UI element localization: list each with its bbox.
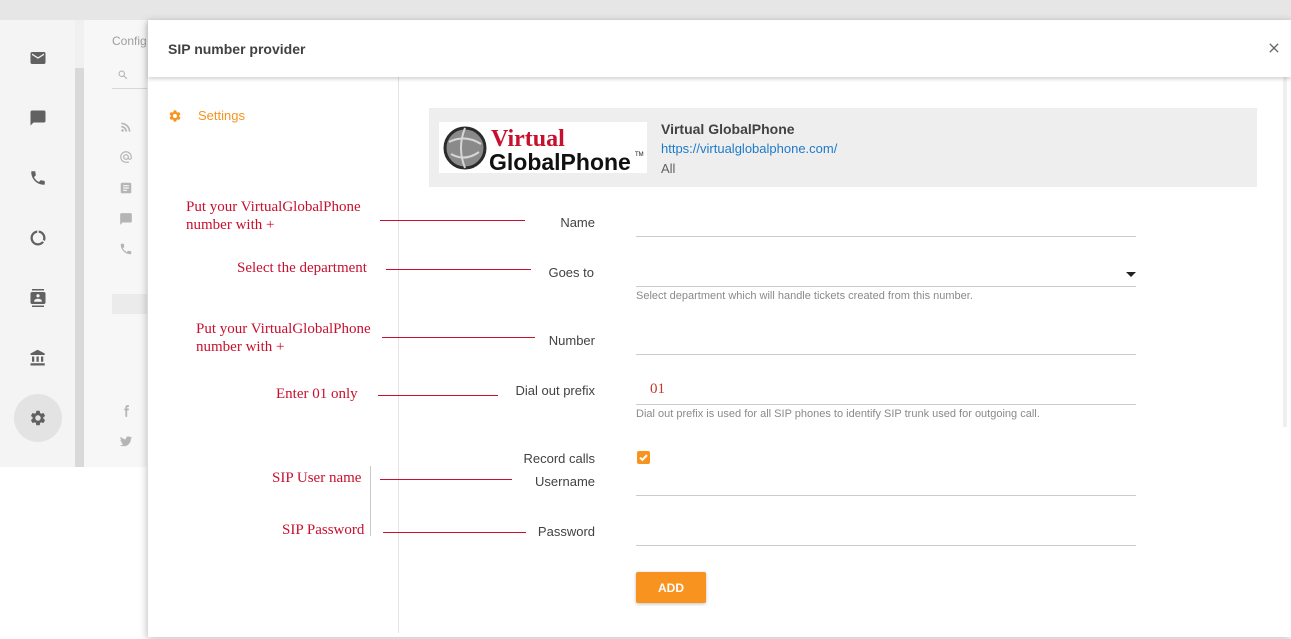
- annotation-number-line1: Put your VirtualGlobalPhone: [196, 321, 371, 337]
- rail-scrollbar[interactable]: [75, 20, 84, 467]
- goes-to-underline: [636, 286, 1136, 287]
- dialog-header: SIP number provider: [148, 20, 1291, 77]
- nav-divider: [398, 77, 399, 633]
- dialog-title: SIP number provider: [168, 41, 306, 57]
- app-top-bar: [0, 0, 1291, 20]
- checkmark-icon: [639, 454, 648, 462]
- close-icon[interactable]: [1266, 40, 1282, 56]
- nav-settings-label: Settings: [198, 108, 245, 123]
- goes-to-hint: Select department which will handle tick…: [636, 290, 973, 302]
- chat-icon[interactable]: [14, 94, 62, 142]
- annotation-name-pointer: [380, 220, 525, 221]
- gear-icon[interactable]: [14, 394, 62, 442]
- annotation-sip-user-pointer: [380, 479, 512, 480]
- provider-url-link[interactable]: https://virtualglobalphone.com/: [661, 141, 837, 156]
- svg-text:TM: TM: [635, 152, 644, 158]
- name-underline: [636, 236, 1136, 237]
- mail-icon[interactable]: [14, 34, 62, 82]
- password-input[interactable]: [636, 519, 1136, 543]
- annotation-sip-password-pointer: [383, 532, 526, 533]
- contacts-icon[interactable]: [14, 274, 62, 322]
- password-label: Password: [537, 524, 595, 539]
- provider-logo: Virtual GlobalPhone TM: [439, 122, 647, 175]
- nav-settings-item[interactable]: Settings: [168, 108, 245, 123]
- dial-out-prefix-hint: Dial out prefix is used for all SIP phon…: [636, 408, 1040, 420]
- record-calls-label: Record calls: [523, 451, 595, 466]
- record-calls-checkbox[interactable]: [637, 451, 650, 464]
- phone-icon[interactable]: [14, 154, 62, 202]
- at-icon: [119, 150, 133, 164]
- dial-out-prefix-underline: [636, 404, 1136, 405]
- password-underline: [636, 545, 1136, 546]
- rail-scrollbar-thumb[interactable]: [75, 20, 84, 68]
- provider-card: Virtual GlobalPhone TM Virtual GlobalPho…: [429, 108, 1257, 187]
- facebook-icon: [119, 404, 133, 418]
- rss-icon: [119, 120, 133, 134]
- goes-to-select[interactable]: [636, 260, 1136, 284]
- gear-icon: [169, 109, 181, 122]
- close-button[interactable]: [1266, 40, 1282, 56]
- goes-to-label: Goes to: [548, 265, 594, 280]
- config-heading: Config: [112, 34, 147, 48]
- dial-out-prefix-input[interactable]: [650, 378, 1136, 400]
- config-selected-row: [112, 294, 148, 314]
- annotation-name-line1: Put your VirtualGlobalPhone: [186, 199, 361, 215]
- add-button[interactable]: ADD: [636, 572, 706, 603]
- annotation-name-line2: number with +: [186, 217, 275, 233]
- name-input[interactable]: [636, 210, 1136, 234]
- reports-icon[interactable]: [14, 214, 62, 262]
- chat-icon: [119, 212, 133, 226]
- config-search-underline: [112, 88, 148, 89]
- provider-name: Virtual GlobalPhone: [661, 121, 795, 137]
- dial-out-prefix-label: Dial out prefix: [515, 383, 595, 398]
- annotation-divider: [370, 466, 371, 536]
- annotation-sip-password: SIP Password: [282, 522, 365, 538]
- username-label: Username: [535, 474, 595, 489]
- bank-icon[interactable]: [14, 334, 62, 382]
- number-input[interactable]: [636, 328, 1136, 352]
- annotation-dial-out-pointer: [378, 395, 498, 396]
- annotation-goes-to: Select the department: [237, 260, 367, 276]
- annotation-number-pointer: [382, 337, 535, 338]
- number-underline: [636, 354, 1136, 355]
- svg-text:GlobalPhone: GlobalPhone: [489, 149, 631, 173]
- dropdown-arrow-icon[interactable]: [1126, 272, 1136, 277]
- username-underline: [636, 495, 1136, 496]
- annotation-sip-user: SIP User name: [272, 470, 362, 486]
- provider-scope: All: [661, 161, 676, 176]
- phone-icon: [119, 242, 133, 256]
- twitter-icon: [119, 434, 133, 448]
- document-icon: [119, 181, 133, 195]
- number-label: Number: [548, 333, 595, 348]
- dialog-scrollbar[interactable]: [1283, 77, 1287, 427]
- name-label: Name: [560, 215, 595, 230]
- annotation-number-line2: number with +: [196, 339, 285, 355]
- annotation-goes-to-pointer: [386, 269, 531, 270]
- screen: Config SIP number provider Settings Virt…: [0, 0, 1291, 639]
- search-icon: [117, 68, 129, 80]
- annotation-dial-out: Enter 01 only: [276, 386, 358, 402]
- username-input[interactable]: [636, 469, 1136, 493]
